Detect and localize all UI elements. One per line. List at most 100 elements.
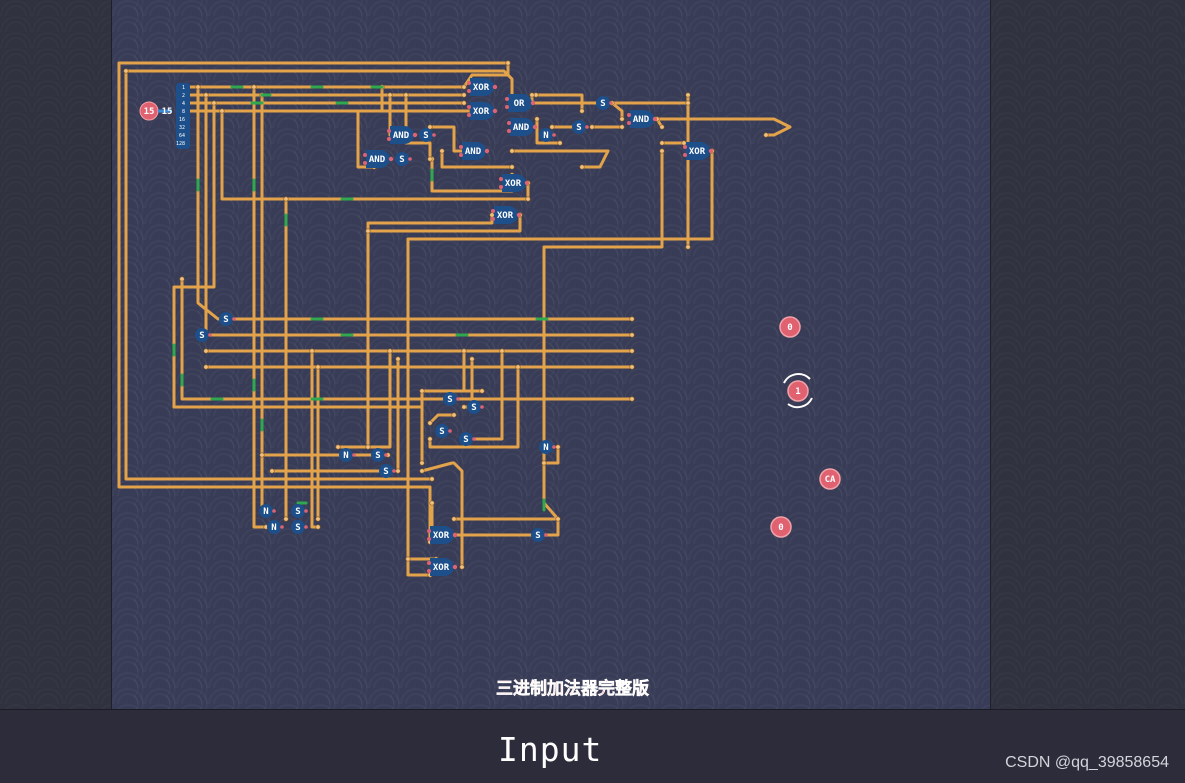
wire-joint[interactable] bbox=[283, 516, 289, 522]
and-gate[interactable]: AND bbox=[387, 126, 418, 144]
switch-node[interactable]: S bbox=[371, 448, 388, 462]
not-node[interactable]: N bbox=[339, 448, 356, 462]
wire-joint[interactable] bbox=[195, 84, 201, 90]
xor-gate[interactable]: XOR bbox=[427, 558, 458, 576]
wire-joint[interactable] bbox=[405, 556, 411, 562]
wire-joint[interactable] bbox=[123, 68, 129, 74]
wire-joint[interactable] bbox=[619, 124, 625, 130]
wire-joint[interactable] bbox=[461, 100, 467, 106]
switch-node[interactable]: S bbox=[419, 128, 436, 142]
wire-joint[interactable] bbox=[365, 444, 371, 450]
wire-joint[interactable] bbox=[461, 404, 467, 410]
output-node-4[interactable]: 0 bbox=[770, 516, 792, 538]
wire-joint[interactable] bbox=[505, 60, 511, 66]
wire-joint[interactable] bbox=[685, 100, 691, 106]
wire-joint[interactable] bbox=[489, 212, 495, 218]
wire-joint[interactable] bbox=[395, 468, 401, 474]
mode-label[interactable]: Input bbox=[498, 730, 602, 769]
wire-joint[interactable] bbox=[335, 444, 341, 450]
wire-joint[interactable] bbox=[589, 124, 595, 130]
xor-gate[interactable]: XOR bbox=[499, 174, 530, 192]
wire-joint[interactable] bbox=[419, 468, 425, 474]
not-node[interactable]: N bbox=[539, 128, 556, 142]
wire-joint[interactable] bbox=[203, 364, 209, 370]
not-node[interactable]: N bbox=[267, 520, 284, 534]
wire-joint[interactable] bbox=[419, 388, 425, 394]
wire-joint[interactable] bbox=[534, 116, 540, 122]
wire-joint[interactable] bbox=[403, 92, 409, 98]
wire-joint[interactable] bbox=[529, 92, 535, 98]
wire-joint[interactable] bbox=[461, 92, 467, 98]
output-node-1[interactable]: 0 bbox=[779, 316, 801, 338]
wire-joint[interactable] bbox=[629, 396, 635, 402]
wire-joint[interactable] bbox=[479, 388, 485, 394]
switch-node[interactable]: S bbox=[596, 96, 613, 110]
switch-node[interactable]: S bbox=[379, 464, 396, 478]
wire-joint[interactable] bbox=[211, 100, 217, 106]
wire-joint[interactable] bbox=[685, 92, 691, 98]
circuit-board[interactable]: 15 15 1 2 4 8 16 32 64 128 XOR XOR OR AND AND AND AND… bbox=[112, 0, 990, 709]
not-node[interactable]: N bbox=[259, 504, 276, 518]
wire-joint[interactable] bbox=[509, 164, 515, 170]
wire-joint[interactable] bbox=[219, 108, 225, 114]
switch-node[interactable]: S bbox=[435, 424, 452, 438]
wire-joint[interactable] bbox=[269, 468, 275, 474]
wire-joint[interactable] bbox=[629, 364, 635, 370]
switch-node[interactable]: S bbox=[572, 120, 589, 134]
wire-joint[interactable] bbox=[579, 164, 585, 170]
wire-joint[interactable] bbox=[555, 444, 561, 450]
wire-joint[interactable] bbox=[203, 348, 209, 354]
wire-joint[interactable] bbox=[427, 436, 433, 442]
wire-joint[interactable] bbox=[203, 92, 209, 98]
wire-joint[interactable] bbox=[549, 124, 555, 130]
wire-joint[interactable] bbox=[469, 356, 475, 362]
wire-joint[interactable] bbox=[387, 92, 393, 98]
wire-joint[interactable] bbox=[395, 356, 401, 362]
wire-joint[interactable] bbox=[283, 196, 289, 202]
and-gate[interactable]: AND bbox=[507, 118, 538, 136]
and-gate[interactable]: AND bbox=[363, 150, 394, 168]
wire-joint[interactable] bbox=[419, 460, 425, 466]
wire-joint[interactable] bbox=[259, 452, 265, 458]
wire-joint[interactable] bbox=[629, 348, 635, 354]
wire-joint[interactable] bbox=[619, 116, 625, 122]
switch-node[interactable]: S bbox=[219, 312, 236, 326]
wire-joint[interactable] bbox=[451, 516, 457, 522]
wire-joint[interactable] bbox=[459, 564, 465, 570]
output-node-2[interactable]: 1 bbox=[783, 373, 813, 409]
output-layer[interactable]: 0 1 CA 0 bbox=[770, 316, 841, 538]
wire-joint[interactable] bbox=[309, 348, 315, 354]
and-gate[interactable]: AND bbox=[459, 142, 490, 160]
wire-joint[interactable] bbox=[555, 516, 561, 522]
wire-joint[interactable] bbox=[251, 84, 257, 90]
wire-joint[interactable] bbox=[461, 84, 467, 90]
wire-joint[interactable] bbox=[659, 140, 665, 146]
wire-joint[interactable] bbox=[315, 516, 321, 522]
wire-joint[interactable] bbox=[659, 124, 665, 130]
wire-joint[interactable] bbox=[659, 148, 665, 154]
switch-node[interactable]: S bbox=[291, 520, 308, 534]
switch-node[interactable]: S bbox=[459, 432, 476, 446]
wire-joint[interactable] bbox=[387, 348, 393, 354]
and-gate[interactable]: AND bbox=[627, 110, 658, 128]
wire-joint[interactable] bbox=[429, 500, 435, 506]
switch-node[interactable]: S bbox=[195, 328, 212, 342]
wire-joint[interactable] bbox=[629, 332, 635, 338]
wire-joint[interactable] bbox=[509, 148, 515, 154]
not-node[interactable]: N bbox=[539, 440, 556, 454]
xor-gate[interactable]: XOR bbox=[467, 102, 498, 120]
wire-joint[interactable] bbox=[681, 140, 687, 146]
wire-joint[interactable] bbox=[461, 348, 467, 354]
xor-gate[interactable]: XOR bbox=[427, 526, 458, 544]
wire-joint[interactable] bbox=[451, 412, 457, 418]
wire-joint[interactable] bbox=[541, 460, 547, 466]
circuit-canvas[interactable]: 15 15 1 2 4 8 16 32 64 128 XOR XOR OR AND AND AND AND… bbox=[112, 0, 990, 709]
input-number-node[interactable]: 15 15 1 2 4 8 16 32 64 128 bbox=[139, 83, 190, 149]
wire-joint[interactable] bbox=[579, 108, 585, 114]
wire-joint[interactable] bbox=[439, 148, 445, 154]
wire-joint[interactable] bbox=[499, 348, 505, 354]
output-node-3[interactable]: CA bbox=[819, 468, 841, 490]
xor-gate[interactable]: XOR bbox=[683, 142, 714, 160]
switch-node[interactable]: S bbox=[395, 152, 412, 166]
wire-joint[interactable] bbox=[365, 228, 371, 234]
